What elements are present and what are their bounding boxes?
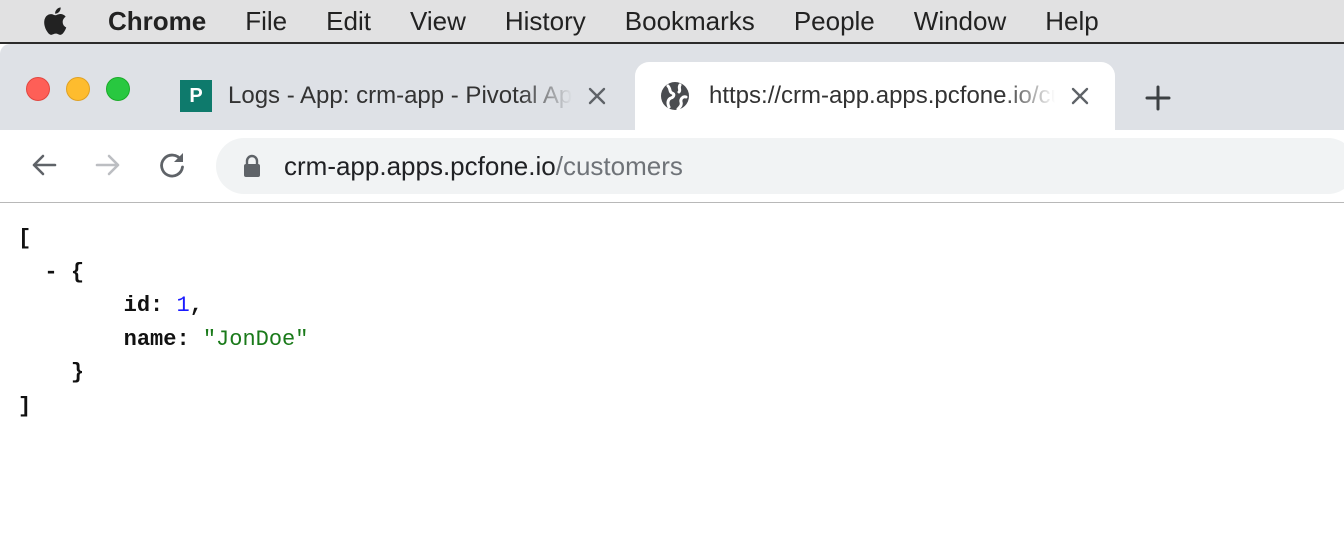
tab-strip: P Logs - App: crm-app - Pivotal Apps Man… xyxy=(0,44,1344,130)
reload-icon[interactable] xyxy=(157,150,187,180)
menu-people[interactable]: People xyxy=(794,6,875,37)
json-value-number: 1 xyxy=(176,293,190,318)
json-line: - { xyxy=(18,256,308,290)
new-tab-plus-icon[interactable] xyxy=(1144,84,1172,112)
window-minimize-button[interactable] xyxy=(66,77,90,101)
browser-toolbar: crm-app.apps.pcfone.io/customers xyxy=(0,130,1344,203)
apple-logo-icon[interactable] xyxy=(40,5,68,37)
json-line: ] xyxy=(18,390,308,424)
menu-view[interactable]: View xyxy=(410,6,466,37)
window-zoom-button[interactable] xyxy=(106,77,130,101)
menu-edit[interactable]: Edit xyxy=(326,6,371,37)
tab-title: Logs - App: crm-app - Pivotal Apps Manag… xyxy=(228,82,572,109)
url-path: /customers xyxy=(555,150,683,181)
open-bracket: [ xyxy=(18,226,32,251)
close-tab-icon[interactable] xyxy=(1069,85,1091,107)
json-viewer: [ - { id: 1, name: "JonDoe" } ] xyxy=(18,222,308,423)
globe-icon xyxy=(661,82,689,111)
menu-history[interactable]: History xyxy=(505,6,586,37)
menu-help[interactable]: Help xyxy=(1045,6,1098,37)
close-brace: } xyxy=(70,360,85,385)
json-field: name: "JonDoe" xyxy=(123,326,309,352)
back-arrow-icon[interactable] xyxy=(29,150,59,180)
url-text[interactable]: crm-app.apps.pcfone.io/customers xyxy=(284,151,683,182)
menu-bookmarks[interactable]: Bookmarks xyxy=(625,6,755,37)
pivotal-favicon-icon: P xyxy=(180,80,212,112)
menu-window[interactable]: Window xyxy=(914,6,1006,37)
collapse-toggle[interactable]: - xyxy=(44,260,57,285)
json-key: id xyxy=(123,293,151,318)
forward-arrow-icon[interactable] xyxy=(93,150,123,180)
window-close-button[interactable] xyxy=(26,77,50,101)
tab-logs[interactable]: P Logs - App: crm-app - Pivotal Apps Man… xyxy=(170,62,632,130)
address-bar[interactable]: crm-app.apps.pcfone.io/customers xyxy=(216,138,1344,194)
json-line: [ xyxy=(18,222,308,256)
macos-menu-bar: Chrome File Edit View History Bookmarks … xyxy=(0,0,1344,44)
close-bracket: ] xyxy=(18,393,32,419)
menu-chrome[interactable]: Chrome xyxy=(108,6,206,37)
close-tab-icon[interactable] xyxy=(586,85,608,107)
url-host: crm-app.apps.pcfone.io xyxy=(284,150,556,181)
json-value-string: "JonDoe" xyxy=(202,326,309,352)
tab-title: https://crm-app.apps.pcfone.io/customers xyxy=(709,82,1055,109)
tab-customers[interactable]: https://crm-app.apps.pcfone.io/customers xyxy=(635,62,1115,130)
open-brace: { xyxy=(70,259,85,285)
menu-file[interactable]: File xyxy=(245,6,287,37)
json-line: } xyxy=(18,356,308,390)
json-key: name xyxy=(123,326,177,352)
json-field: id: 1, xyxy=(123,293,203,318)
lock-icon[interactable] xyxy=(242,154,262,178)
